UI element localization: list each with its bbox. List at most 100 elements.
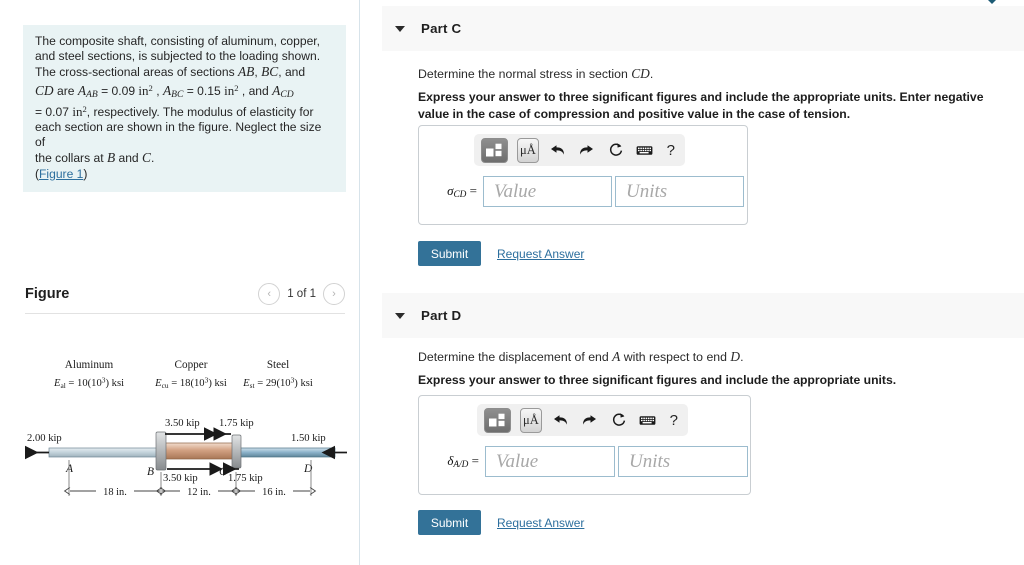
material-modulus-aluminum: Eal = 10(103) ksi: [53, 376, 124, 391]
area-bc-value: = 0.15: [183, 83, 225, 98]
part-d-request-answer-link[interactable]: Request Answer: [497, 516, 584, 530]
part-d-prompt-text-2: with respect to end: [620, 350, 731, 364]
figure-link-paren-close: ): [83, 166, 88, 181]
part-c-title: Part C: [421, 21, 462, 36]
problem-line-1: The composite shaft, consisting of alumi…: [35, 34, 321, 48]
template-icon[interactable]: [481, 137, 508, 163]
part-c-toolbar: μÅ ?: [474, 134, 685, 166]
help-icon[interactable]: ?: [667, 412, 681, 429]
part-d-prompt-math-D: D: [730, 349, 741, 364]
load-label-bottom-mid: 3.50 kip: [163, 473, 198, 484]
area-ab-value: = 0.09: [97, 83, 139, 98]
keyboard-icon[interactable]: [635, 138, 655, 162]
figure-title: Figure: [25, 286, 70, 302]
math-A-AB: A: [77, 82, 86, 98]
part-c-sigma-subscript: CD: [453, 190, 467, 200]
collar-at-C: [231, 434, 242, 469]
part-c-value-input[interactable]: [483, 176, 612, 207]
figure-header: Figure ‹ 1 of 1 ›: [25, 283, 345, 311]
dim-label-bc: 12 in.: [187, 487, 211, 498]
part-c-header[interactable]: Part C: [382, 6, 1024, 51]
load-label-top-mid: 3.50 kip: [165, 418, 200, 429]
math-A-BC: A: [162, 82, 172, 98]
problem-line-3b: , and: [278, 65, 306, 80]
part-d-prompt: Determine the displacement of end A with…: [418, 349, 1018, 365]
figure-page-count: 1 of 1: [287, 288, 316, 300]
part-c-equals-sign: =: [466, 183, 477, 198]
reset-icon[interactable]: [606, 138, 626, 162]
part-d-answer-label: δA/D =: [427, 453, 479, 470]
units-icon[interactable]: μÅ: [519, 407, 542, 433]
material-label-copper: Copper: [175, 359, 208, 371]
part-d-delta-subscript: A/D: [453, 460, 469, 470]
load-label-top-right: 1.75 kip: [219, 418, 254, 429]
material-modulus-steel: Est = 29(103) ksi: [242, 376, 313, 391]
math-sep-4: and: [115, 151, 143, 166]
material-modulus-copper: Ecu = 18(103) ksi: [154, 376, 227, 391]
help-icon[interactable]: ?: [664, 142, 678, 159]
part-c-submit-button[interactable]: Submit: [418, 241, 481, 266]
math-BC: BC: [261, 64, 279, 80]
undo-icon[interactable]: [548, 138, 568, 162]
part-c-prompt-period: .: [649, 67, 654, 81]
figure-pager: ‹ 1 of 1 ›: [258, 283, 345, 305]
node-label-B: B: [147, 466, 154, 478]
left-pane: The composite shaft, consisting of alumi…: [0, 0, 360, 565]
figure-prev-button[interactable]: ‹: [258, 283, 281, 305]
math-sub-AB: AB: [86, 88, 98, 100]
chevron-down-icon[interactable]: [983, 0, 1001, 4]
shaft-section-aluminum: [48, 447, 160, 458]
template-icon[interactable]: [484, 407, 511, 433]
part-d-header[interactable]: Part D: [382, 293, 1024, 338]
material-label-steel: Steel: [267, 359, 289, 371]
figure-next-button[interactable]: ›: [323, 283, 345, 305]
undo-icon[interactable]: [551, 408, 571, 432]
part-d-collapse-caret[interactable]: [395, 312, 405, 319]
part-d-prompt-period: .: [740, 350, 744, 364]
collar-at-B: [155, 431, 167, 471]
problem-line-3a: The cross-sectional areas of sections: [35, 65, 238, 80]
figure-1-link[interactable]: Figure 1: [39, 167, 83, 181]
part-c-answer-box: μÅ ? σCD = Value Units: [418, 125, 748, 225]
problem-statement-card: The composite shaft, consisting of alumi…: [23, 25, 346, 192]
problem-statement-text: The composite shaft, consisting of alumi…: [35, 34, 334, 182]
composite-shaft-diagram: Aluminum Copper Steel Eal = 10(103) ksi …: [25, 359, 347, 498]
keyboard-icon[interactable]: [638, 408, 658, 432]
part-c-units-input[interactable]: [615, 176, 744, 207]
part-c-instruction: Express your answer to three significant…: [418, 90, 984, 121]
problem-line-6: each section are shown in the figure. Ne…: [35, 120, 322, 150]
math-sep-2: ,: [152, 83, 163, 98]
part-d-title: Part D: [421, 308, 462, 323]
part-d-answer-row: δA/D =: [427, 446, 748, 477]
part-c-prompt-math: CD: [631, 66, 650, 81]
units-icon[interactable]: μÅ: [516, 137, 539, 163]
part-d-equals-sign: =: [468, 453, 479, 468]
math-B: B: [106, 150, 116, 166]
area-cd-value: = 0.07: [35, 104, 73, 119]
node-label-D: D: [303, 463, 313, 475]
figure-diagram: Aluminum Copper Steel Eal = 10(103) ksi …: [23, 356, 349, 521]
unit-in-3: in: [72, 103, 83, 119]
part-d-prompt-text: Determine the displacement of end: [418, 350, 613, 364]
part-c-answer-label: σCD =: [429, 183, 477, 200]
part-d-instruction: Express your answer to three significant…: [418, 373, 897, 387]
part-c-request-answer-link[interactable]: Request Answer: [497, 247, 584, 261]
part-d-units-input[interactable]: [618, 446, 748, 477]
load-label-right: 1.50 kip: [291, 433, 326, 444]
part-c-collapse-caret[interactable]: [395, 25, 405, 32]
part-d-value-input[interactable]: [485, 446, 615, 477]
node-label-A: A: [65, 463, 74, 475]
material-label-aluminum: Aluminum: [65, 359, 114, 371]
unit-in-2: in: [224, 82, 235, 98]
problem-period: .: [150, 151, 155, 166]
math-sub-CD: CD: [280, 88, 294, 100]
redo-icon[interactable]: [580, 408, 600, 432]
problem-line-5: , respectively. The modulus of elasticit…: [86, 104, 314, 119]
reset-icon[interactable]: [609, 408, 629, 432]
dim-label-cd: 16 in.: [262, 487, 286, 498]
part-d-submit-button[interactable]: Submit: [418, 510, 481, 535]
redo-icon[interactable]: [577, 138, 597, 162]
part-c-answer-row: σCD =: [429, 176, 744, 207]
shaft-section-steel: [238, 447, 336, 458]
problem-line-2: and steel sections, is subjected to the …: [35, 49, 321, 64]
